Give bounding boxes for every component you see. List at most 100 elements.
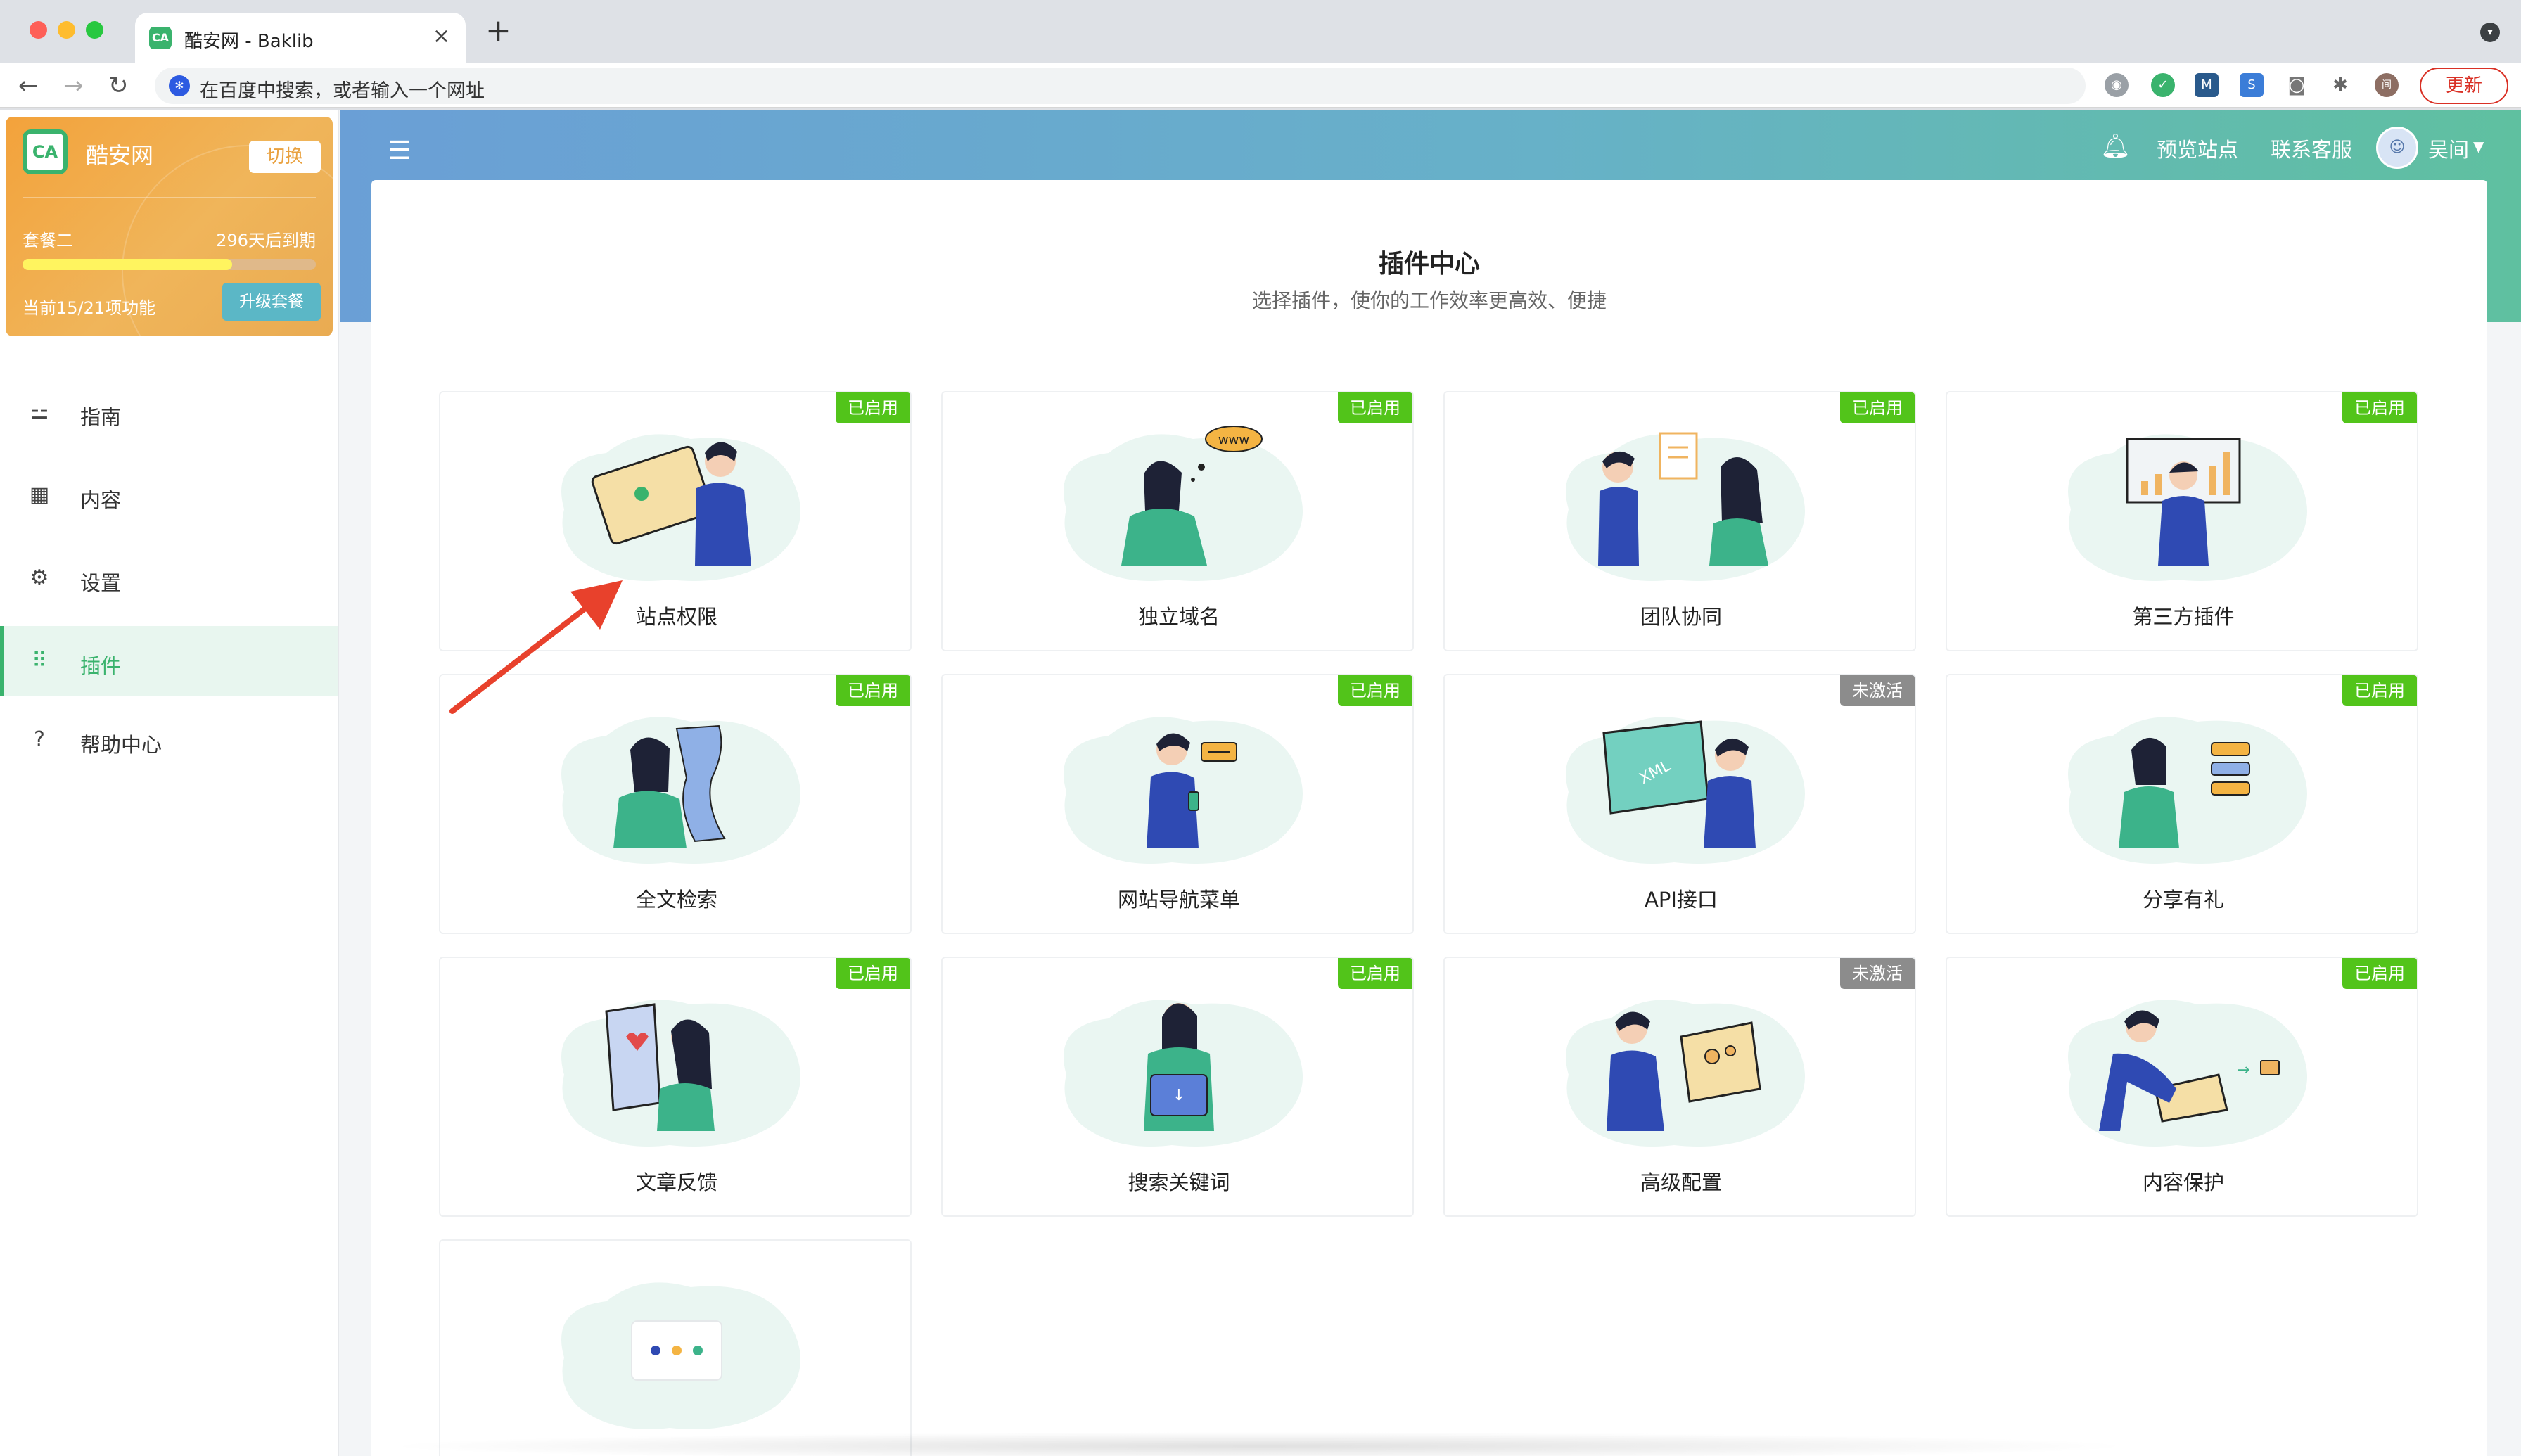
new-tab-button[interactable]: + — [485, 15, 511, 46]
grid-icon: ▦ — [29, 483, 50, 507]
plugin-illustration — [2068, 717, 2307, 864]
plan-features-count: 当前15/21项功能 — [23, 298, 156, 318]
tab-search-icon[interactable]: ▾ — [2480, 23, 2500, 42]
plugin-status-badge: 已启用 — [1338, 392, 1412, 423]
forward-icon[interactable]: → — [63, 69, 84, 103]
sidebar-item-label: 插件 — [80, 654, 122, 678]
plugin-name: 网站导航菜单 — [1117, 888, 1240, 912]
plugin-card[interactable]: 第三方插件 已启用 — [1946, 391, 2418, 651]
user-name[interactable]: 吴间 — [2428, 134, 2469, 163]
extension-s-icon[interactable]: S — [2240, 73, 2264, 97]
plugin-status-badge: 未激活 — [1840, 958, 1915, 989]
sidebar-item-plugins[interactable]: ⠿ 插件 — [0, 626, 338, 696]
sidebar-item-label: 帮助中心 — [80, 733, 162, 757]
plugin-card[interactable]: 分享有礼 已启用 — [1946, 674, 2418, 934]
plugin-name: 分享有礼 — [2142, 888, 2224, 912]
gear-icon: ⚙ — [30, 566, 49, 590]
plugin-status-badge: 已启用 — [2342, 392, 2417, 423]
switch-site-button[interactable]: 切换 — [249, 141, 321, 173]
user-avatar[interactable]: ☺ — [2376, 127, 2418, 169]
site-logo-icon: CA — [23, 129, 68, 174]
profile-icon[interactable]: 间 — [2375, 73, 2399, 97]
plan-card: CA 酷安网 切换 套餐二 296天后到期 当前15/21项功能 升级套餐 — [6, 117, 333, 336]
minimize-window-button[interactable] — [58, 21, 75, 39]
chevron-down-icon[interactable]: ▼ — [2473, 138, 2484, 155]
maximize-window-button[interactable] — [86, 21, 103, 39]
plugin-status-badge: 已启用 — [836, 675, 910, 706]
apps-icon: ⠿ — [32, 649, 47, 673]
plugin-card[interactable]: 文章反馈 已启用 — [439, 957, 912, 1217]
plugin-name: API接口 — [1645, 888, 1718, 912]
plan-progress-bar — [23, 259, 316, 270]
list-menu-icon[interactable]: ☰ — [388, 136, 411, 165]
plugin-card[interactable]: ↓ 搜索关键词 已启用 — [941, 957, 1414, 1217]
plugin-illustration: ↓ — [1064, 1000, 1303, 1147]
browser-toolbar: ← → ↻ ✻ 在百度中搜索，或者输入一个网址 ◉ ✓ M S ◙ ✱ 间 更新 — [0, 63, 2521, 108]
extension-m-icon[interactable]: M — [2195, 73, 2219, 97]
plugin-illustration — [2068, 434, 2307, 581]
plugin-status-badge: 已启用 — [836, 392, 910, 423]
plugin-illustration — [561, 434, 800, 581]
address-bar[interactable]: ✻ 在百度中搜索，或者输入一个网址 — [155, 68, 2086, 104]
signpost-icon: ⚍ — [30, 400, 49, 424]
tab-close-icon[interactable]: × — [433, 24, 450, 49]
plugin-illustration — [561, 1282, 800, 1429]
site-name: 酷安网 — [86, 142, 154, 169]
back-icon[interactable]: ← — [18, 69, 39, 103]
plugin-card[interactable]: 网站导航菜单 已启用 — [941, 674, 1414, 934]
baidu-search-icon: ✻ — [169, 75, 190, 96]
browser-update-button[interactable]: 更新 — [2420, 68, 2508, 104]
extension-globe-icon[interactable]: ◉ — [2105, 73, 2129, 97]
plugin-card[interactable]: 高级配置 未激活 — [1443, 957, 1916, 1217]
sidebar-item-help[interactable]: ? 帮助中心 — [0, 705, 338, 775]
plugin-illustration: → — [2068, 1000, 2307, 1147]
close-window-button[interactable] — [30, 21, 47, 39]
browser-tabstrip: CA 酷安网 - Baklib × + ▾ — [0, 0, 2521, 63]
svg-text:↓: ↓ — [1173, 1087, 1185, 1104]
sidebar-item-content[interactable]: ▦ 内容 — [0, 460, 338, 530]
sidebar-item-settings[interactable]: ⚙ 设置 — [0, 543, 338, 613]
plugin-status-badge: 已启用 — [2342, 958, 2417, 989]
address-placeholder: 在百度中搜索，或者输入一个网址 — [200, 80, 485, 102]
bell-icon[interactable]: 🔔︎ — [2100, 132, 2131, 160]
reload-icon[interactable]: ↻ — [108, 69, 129, 103]
plugin-card[interactable]: www 独立域名 已启用 — [941, 391, 1414, 651]
plugin-card[interactable]: → 内容保护 已启用 — [1946, 957, 2418, 1217]
extension-check-icon[interactable]: ✓ — [2151, 73, 2175, 97]
preview-site-link[interactable]: 预览站点 — [2157, 134, 2238, 163]
plan-level: 套餐二 — [23, 231, 73, 250]
camera-icon[interactable]: ◙ — [2285, 73, 2309, 97]
plugin-status-badge: 已启用 — [836, 958, 910, 989]
plugin-name: 搜索关键词 — [1128, 1170, 1230, 1194]
svg-text:→: → — [2237, 1061, 2249, 1079]
plugin-card-more[interactable] — [439, 1239, 912, 1456]
plugin-name: 全文检索 — [635, 888, 717, 912]
plugin-name: 第三方插件 — [2132, 605, 2235, 629]
puzzle-icon[interactable]: ✱ — [2328, 73, 2352, 97]
page-subtitle: 选择插件，使你的工作效率更高效、便捷 — [1251, 289, 1607, 312]
browser-tab[interactable]: CA 酷安网 - Baklib × — [135, 13, 466, 63]
contact-support-link[interactable]: 联系客服 — [2271, 134, 2352, 163]
svg-text:www: www — [1218, 433, 1249, 447]
sidebar: CA 酷安网 切换 套餐二 296天后到期 当前15/21项功能 升级套餐 ⚍ … — [0, 110, 339, 1456]
annotation-arrow — [449, 580, 623, 714]
plugin-card[interactable]: 团队协同 已启用 — [1443, 391, 1916, 651]
app-root: CA 酷安网 切换 套餐二 296天后到期 当前15/21项功能 升级套餐 ⚍ … — [0, 110, 2521, 1456]
plugin-illustration — [561, 1000, 800, 1147]
plugin-center-panel: 插件中心 选择插件，使你的工作效率更高效、便捷 站点权限 已启用 www 独立域名… — [371, 180, 2487, 1456]
plugin-status-badge: 已启用 — [1338, 958, 1412, 989]
plugin-illustration: www — [1064, 426, 1303, 581]
plugin-status-badge: 已启用 — [2342, 675, 2417, 706]
upgrade-plan-button[interactable]: 升级套餐 — [222, 283, 321, 321]
plugin-illustration — [561, 717, 800, 864]
plugin-status-badge: 已启用 — [1338, 675, 1412, 706]
plugin-card[interactable]: XML API接口 未激活 — [1443, 674, 1916, 934]
tab-title: 酷安网 - Baklib — [184, 31, 314, 52]
plugin-name: 内容保护 — [2142, 1170, 2224, 1194]
plugin-name: 文章反馈 — [635, 1170, 717, 1194]
sidebar-item-label: 内容 — [80, 488, 122, 512]
site-favicon-icon: CA — [149, 27, 172, 49]
sidebar-item-guide[interactable]: ⚍ 指南 — [0, 377, 338, 447]
plugin-status-badge: 未激活 — [1840, 675, 1915, 706]
sidebar-item-label: 设置 — [80, 571, 122, 595]
